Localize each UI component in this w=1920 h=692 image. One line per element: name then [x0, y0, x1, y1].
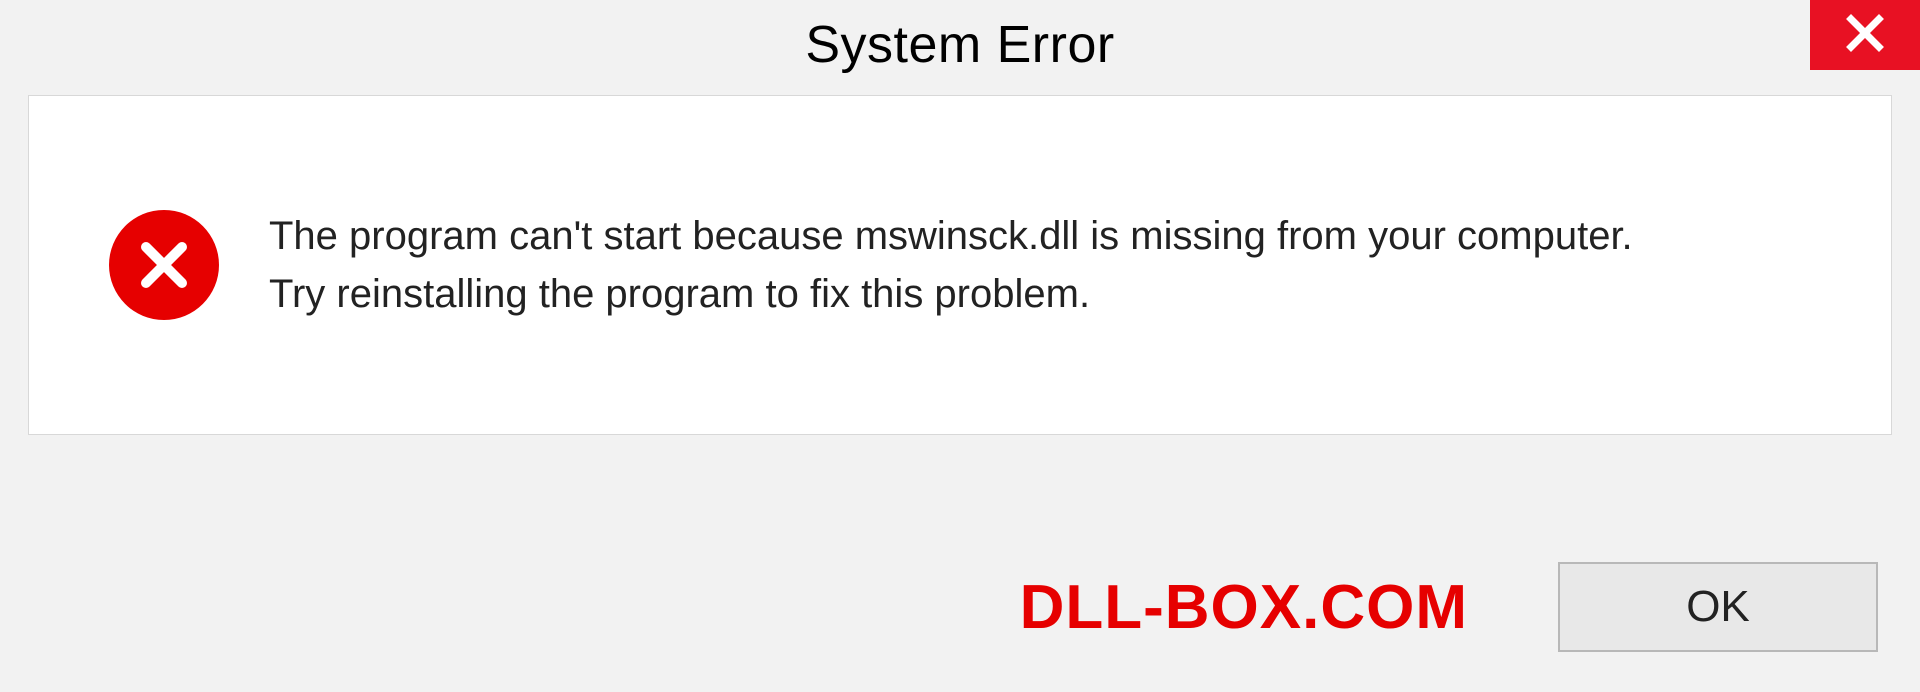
content-panel: The program can't start because mswinsck… — [28, 95, 1892, 435]
error-icon-wrap — [109, 210, 219, 320]
watermark-text: DLL-BOX.COM — [1020, 572, 1468, 643]
close-button[interactable] — [1810, 0, 1920, 70]
close-icon — [1845, 13, 1885, 58]
footer: DLL-BOX.COM OK — [0, 552, 1920, 662]
error-message-line2: Try reinstalling the program to fix this… — [269, 265, 1633, 323]
titlebar: System Error — [0, 0, 1920, 90]
error-message-line1: The program can't start because mswinsck… — [269, 207, 1633, 265]
dialog-title: System Error — [805, 15, 1114, 75]
error-message: The program can't start because mswinsck… — [269, 207, 1633, 323]
ok-button[interactable]: OK — [1558, 562, 1878, 652]
error-icon — [109, 210, 219, 320]
